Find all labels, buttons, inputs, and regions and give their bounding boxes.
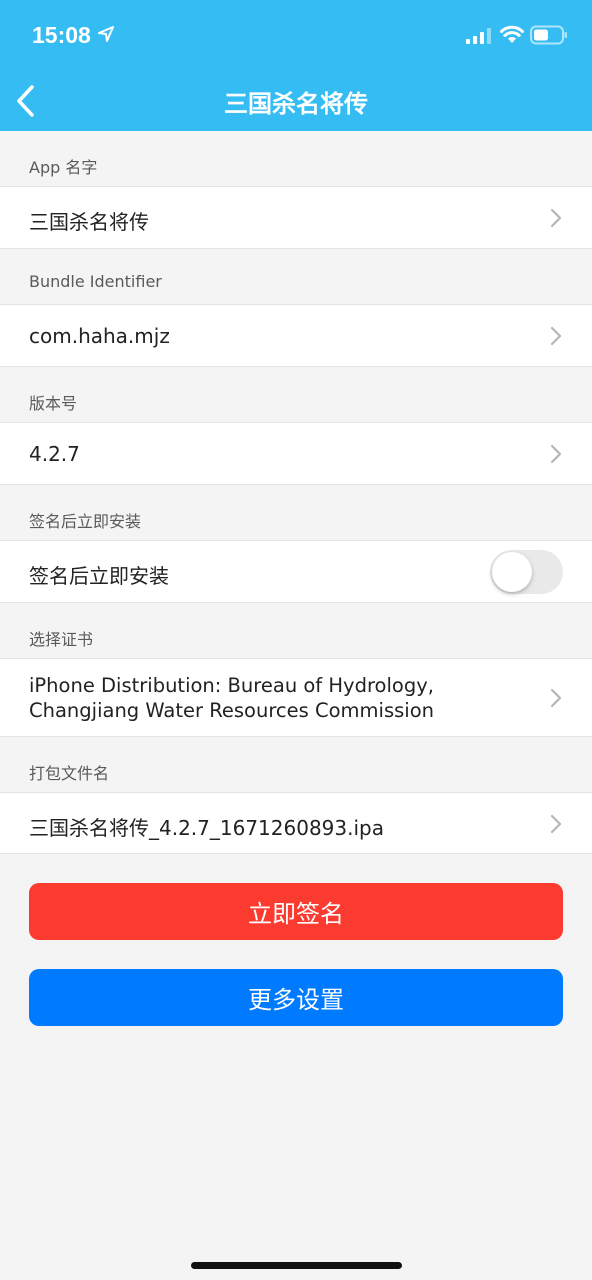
chevron-right-icon (550, 814, 562, 834)
section-label-package-name: 打包文件名 (29, 764, 110, 783)
section-label-version: 版本号 (29, 394, 78, 413)
app-name-row[interactable]: 三国杀名将传 (0, 186, 592, 249)
chevron-right-icon (550, 326, 562, 346)
version-row[interactable]: 4.2.7 (0, 422, 592, 485)
wifi-icon (500, 25, 524, 43)
status-time: 15:08 (32, 22, 91, 48)
section-label-app-name: App 名字 (29, 158, 98, 177)
app-name-value: 三国杀名将传 (29, 210, 149, 234)
certificate-value: iPhone Distribution: Bureau of Hydrology… (29, 674, 434, 722)
home-indicator (191, 1262, 402, 1269)
more-settings-button[interactable]: 更多设置 (29, 969, 563, 1026)
toggle-knob (492, 552, 532, 592)
certificate-row[interactable]: iPhone Distribution: Bureau of Hydrology… (0, 658, 592, 737)
package-name-value: 三国杀名将传_4.2.7_1671260893.ipa (29, 816, 384, 840)
chevron-right-icon (550, 444, 562, 464)
nav-title: 三国杀名将传 (224, 90, 368, 118)
sign-now-button[interactable]: 立即签名 (29, 883, 563, 940)
section-label-certificate: 选择证书 (29, 630, 94, 649)
package-name-row[interactable]: 三国杀名将传_4.2.7_1671260893.ipa (0, 792, 592, 854)
chevron-right-icon (550, 208, 562, 228)
install-toggle[interactable] (490, 550, 563, 594)
section-label-install: 签名后立即安装 (29, 512, 142, 531)
install-label: 签名后立即安装 (29, 564, 169, 588)
header: 15:08 三国杀名将传 (0, 0, 592, 131)
status-bar: 15:08 (0, 0, 592, 72)
bundle-id-value: com.haha.mjz (29, 324, 170, 348)
section-label-bundle-id: Bundle Identifier (29, 272, 162, 291)
signal-icon (466, 28, 491, 44)
install-row: 签名后立即安装 (0, 540, 592, 603)
location-arrow-icon (98, 26, 114, 42)
version-value: 4.2.7 (29, 442, 80, 466)
battery-icon (530, 25, 567, 45)
chevron-right-icon (550, 688, 562, 708)
bundle-id-row[interactable]: com.haha.mjz (0, 304, 592, 367)
